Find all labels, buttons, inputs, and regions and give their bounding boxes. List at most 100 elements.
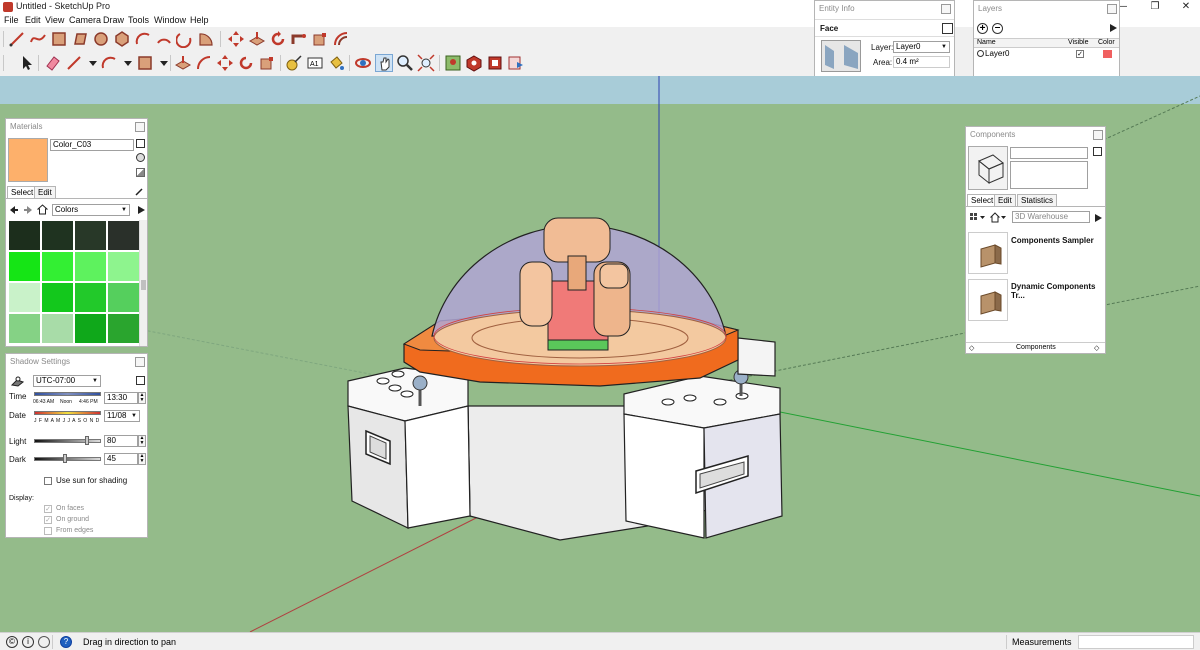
close-window-button[interactable]: ✕ xyxy=(1170,0,1200,14)
pie-tool-icon[interactable] xyxy=(197,30,215,48)
display-secondary-icon[interactable] xyxy=(136,139,145,148)
two-point-arc-icon[interactable] xyxy=(155,30,173,48)
paint-bucket-icon[interactable] xyxy=(327,54,345,72)
time-slider[interactable] xyxy=(34,392,101,396)
add-layer-button[interactable]: + xyxy=(977,23,988,34)
entity-info-close-button[interactable] xyxy=(941,4,951,14)
dark-slider-thumb[interactable] xyxy=(63,454,67,463)
geo-location-icon[interactable]: © xyxy=(6,636,18,648)
scale-tool-2-icon[interactable] xyxy=(258,54,276,72)
eraser-tool-icon[interactable] xyxy=(44,54,62,72)
menu-window[interactable]: Window xyxy=(154,15,186,25)
swatch-4[interactable] xyxy=(108,221,139,250)
user-icon[interactable] xyxy=(38,636,50,648)
dark-spinner[interactable]: ▲ ▼ xyxy=(138,453,146,465)
shadow-settings-close-button[interactable] xyxy=(135,357,145,367)
forward-arrow-icon[interactable] xyxy=(23,205,33,215)
component-description-field[interactable] xyxy=(1010,161,1088,189)
components-sampler-thumb[interactable] xyxy=(968,232,1008,274)
light-slider[interactable] xyxy=(34,439,101,443)
menu-file[interactable]: File xyxy=(4,15,19,25)
arc-tool-icon[interactable] xyxy=(134,30,152,48)
layer-color-swatch[interactable] xyxy=(1103,50,1112,58)
swatch-scrollbar[interactable] xyxy=(139,220,147,346)
menu-camera[interactable]: Camera xyxy=(69,15,101,25)
time-spinner[interactable]: ▲ ▼ xyxy=(138,392,146,404)
layer-row[interactable]: Layer0 ✓ xyxy=(974,49,1119,60)
menu-tools[interactable]: Tools xyxy=(128,15,149,25)
zoom-tool-icon[interactable] xyxy=(396,54,414,72)
on-faces-checkbox[interactable]: ✓ xyxy=(44,505,52,513)
rotate-tool-2-icon[interactable] xyxy=(237,54,255,72)
layers-close-button[interactable] xyxy=(1107,4,1117,14)
home-icon[interactable] xyxy=(36,204,49,215)
three-point-arc-icon[interactable] xyxy=(175,30,194,49)
arc-dropdown-icon[interactable] xyxy=(119,54,137,72)
light-slider-thumb[interactable] xyxy=(85,436,89,445)
time-input[interactable]: 13:30 xyxy=(104,392,138,404)
line-tool-2-icon[interactable] xyxy=(65,54,83,72)
swatch-1[interactable] xyxy=(9,221,40,250)
offset-tool-2-icon[interactable] xyxy=(195,54,213,72)
menu-help[interactable]: Help xyxy=(190,15,209,25)
default-material-icon[interactable] xyxy=(136,168,145,177)
move-tool-2-icon[interactable] xyxy=(216,54,234,72)
timezone-select[interactable]: UTC-07:00 ▼ xyxy=(33,375,101,387)
eyedropper-icon[interactable] xyxy=(134,187,144,197)
rotate-tool-icon[interactable] xyxy=(269,30,287,48)
swatch-5[interactable] xyxy=(9,252,40,281)
date-slider[interactable] xyxy=(34,411,101,415)
component-pin-icon[interactable] xyxy=(1093,147,1102,156)
menu-view[interactable]: View xyxy=(45,15,64,25)
scale-tool-icon[interactable] xyxy=(311,30,329,48)
rectangle-tool-icon[interactable] xyxy=(50,30,68,48)
details-arrow-icon[interactable] xyxy=(136,205,146,215)
footer-right-arrow-icon[interactable]: ◇ xyxy=(1094,344,1099,352)
dimension-tool-icon[interactable]: A1 xyxy=(306,54,324,72)
layer-select[interactable]: Layer0 ▼ xyxy=(893,41,950,53)
swatch-16[interactable] xyxy=(108,314,139,343)
orbit-tool-icon[interactable] xyxy=(354,54,372,72)
dark-slider[interactable] xyxy=(34,457,101,461)
toggle-shadows-icon[interactable] xyxy=(10,376,25,387)
tape-measure-icon[interactable] xyxy=(285,54,303,72)
active-layer-radio[interactable] xyxy=(977,50,984,57)
tab-select[interactable]: Select xyxy=(7,186,38,198)
polygon-tool-icon[interactable] xyxy=(113,30,131,48)
move-tool-icon[interactable] xyxy=(227,30,245,48)
rotated-rectangle-icon[interactable] xyxy=(71,30,89,48)
arc-tool-2-icon[interactable] xyxy=(100,54,118,72)
swatch-7[interactable] xyxy=(75,252,106,281)
swatch-9[interactable] xyxy=(9,283,40,312)
swatch-13[interactable] xyxy=(9,314,40,343)
material-name-input[interactable]: Color_C03 xyxy=(50,139,134,151)
use-sun-checkbox[interactable] xyxy=(44,477,52,485)
component-name-field[interactable] xyxy=(1010,147,1088,159)
date-input[interactable]: 11/08 ▼ xyxy=(104,410,140,422)
entity-info-pin-icon[interactable] xyxy=(942,23,953,34)
follow-me-icon[interactable] xyxy=(290,30,308,48)
menu-edit[interactable]: Edit xyxy=(25,15,41,25)
tab-components-edit[interactable]: Edit xyxy=(994,194,1016,206)
view-options-icon[interactable] xyxy=(969,212,987,223)
dark-input[interactable]: 45 xyxy=(104,453,138,465)
measurements-input[interactable] xyxy=(1078,635,1194,649)
footer-left-arrow-icon[interactable]: ◇ xyxy=(969,344,974,352)
shadow-pin-icon[interactable] xyxy=(136,376,145,385)
swatch-12[interactable] xyxy=(108,283,139,312)
on-ground-checkbox[interactable]: ✓ xyxy=(44,516,52,524)
scrollbar-thumb[interactable] xyxy=(141,280,146,290)
add-location-icon[interactable] xyxy=(444,54,462,72)
remove-layer-button[interactable]: – xyxy=(992,23,1003,34)
components-sampler-label[interactable]: Components Sampler xyxy=(1011,236,1094,245)
swatch-6[interactable] xyxy=(42,252,73,281)
tab-edit[interactable]: Edit xyxy=(34,186,56,198)
swatch-14[interactable] xyxy=(42,314,73,343)
push-pull-icon[interactable] xyxy=(248,30,266,48)
extension-warehouse-icon[interactable] xyxy=(486,54,504,72)
layers-details-arrow-icon[interactable] xyxy=(1108,23,1118,33)
pan-tool-icon[interactable] xyxy=(375,54,393,72)
swatch-11[interactable] xyxy=(75,283,106,312)
swatch-3[interactable] xyxy=(75,221,106,250)
component-search-input[interactable]: 3D Warehouse xyxy=(1012,211,1090,223)
